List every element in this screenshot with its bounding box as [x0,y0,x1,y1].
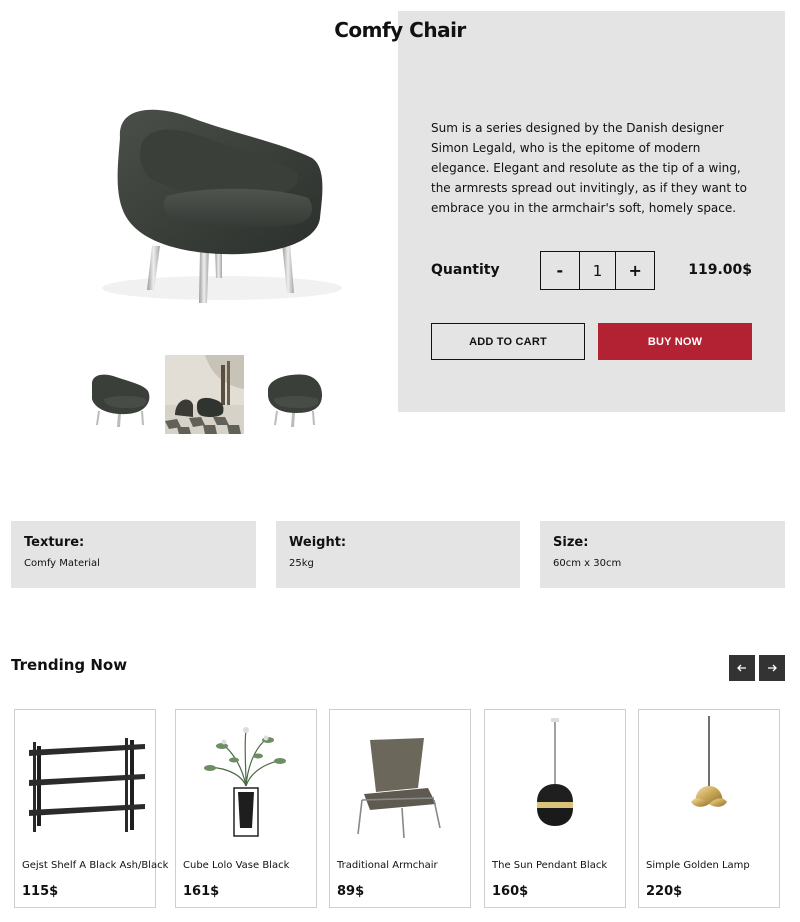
buy-now-button[interactable]: BUY NOW [598,323,752,360]
spec-value: Comfy Material [24,558,100,569]
product-description: Sum is a series designed by the Danish d… [431,121,747,215]
thumbnail-chair-side[interactable] [262,355,341,434]
thumbnail-chair-lifestyle[interactable] [165,355,244,434]
product-image-pendant [491,716,619,846]
quantity-label: Quantity [431,262,500,278]
product-card[interactable]: Gejst Shelf A Black Ash/Black 115$ [14,709,168,908]
product-image-armchair [336,716,464,846]
product-image-golden-lamp [645,716,773,846]
product-card[interactable]: Traditional Armchair 89$ [329,709,471,908]
trending-title: Trending Now [11,656,128,674]
product-price: 160$ [492,884,529,899]
quantity-decrement-button[interactable]: - [541,252,579,289]
product-price: 220$ [646,884,683,899]
product-card[interactable]: Cube Lolo Vase Black 161$ [175,709,317,908]
product-name: Simple Golden Lamp [646,860,750,871]
arrow-left-icon [737,664,746,672]
spec-value: 25kg [289,558,314,569]
product-name: The Sun Pendant Black [492,860,608,871]
spec-value: 60cm x 30cm [553,558,622,569]
product-image-vase [182,716,310,846]
quantity-stepper: - 1 + [540,251,655,290]
thumbnail-chair-front[interactable] [86,355,165,434]
product-card[interactable]: Simple Golden Lamp 220$ [638,709,780,908]
spec-size: Size: 60cm x 30cm [540,521,785,588]
product-price: 161$ [183,884,220,899]
product-price: 115$ [22,884,59,899]
spec-label: Weight: [289,535,347,550]
product-price: 89$ [337,884,365,899]
carousel-prev-button[interactable] [729,655,755,681]
spec-texture: Texture: Comfy Material [11,521,256,588]
quantity-increment-button[interactable]: + [616,252,654,289]
add-to-cart-button[interactable]: ADD TO CART [431,323,585,360]
spec-weight: Weight: 25kg [276,521,520,588]
product-name: Traditional Armchair [337,860,438,871]
product-name: Gejst Shelf A Black Ash/Black [22,860,169,871]
product-card[interactable]: The Sun Pendant Black 160$ [484,709,626,908]
spec-label: Texture: [24,535,85,550]
spec-label: Size: [553,535,589,550]
product-title: Comfy Chair [334,18,466,42]
product-image-shelf [21,716,149,846]
carousel-next-button[interactable] [759,655,785,681]
product-price: 119.00$ [688,262,752,278]
quantity-input[interactable]: 1 [578,252,617,289]
product-main-image [102,109,342,303]
product-name: Cube Lolo Vase Black [183,860,290,871]
arrow-right-icon [768,664,777,672]
